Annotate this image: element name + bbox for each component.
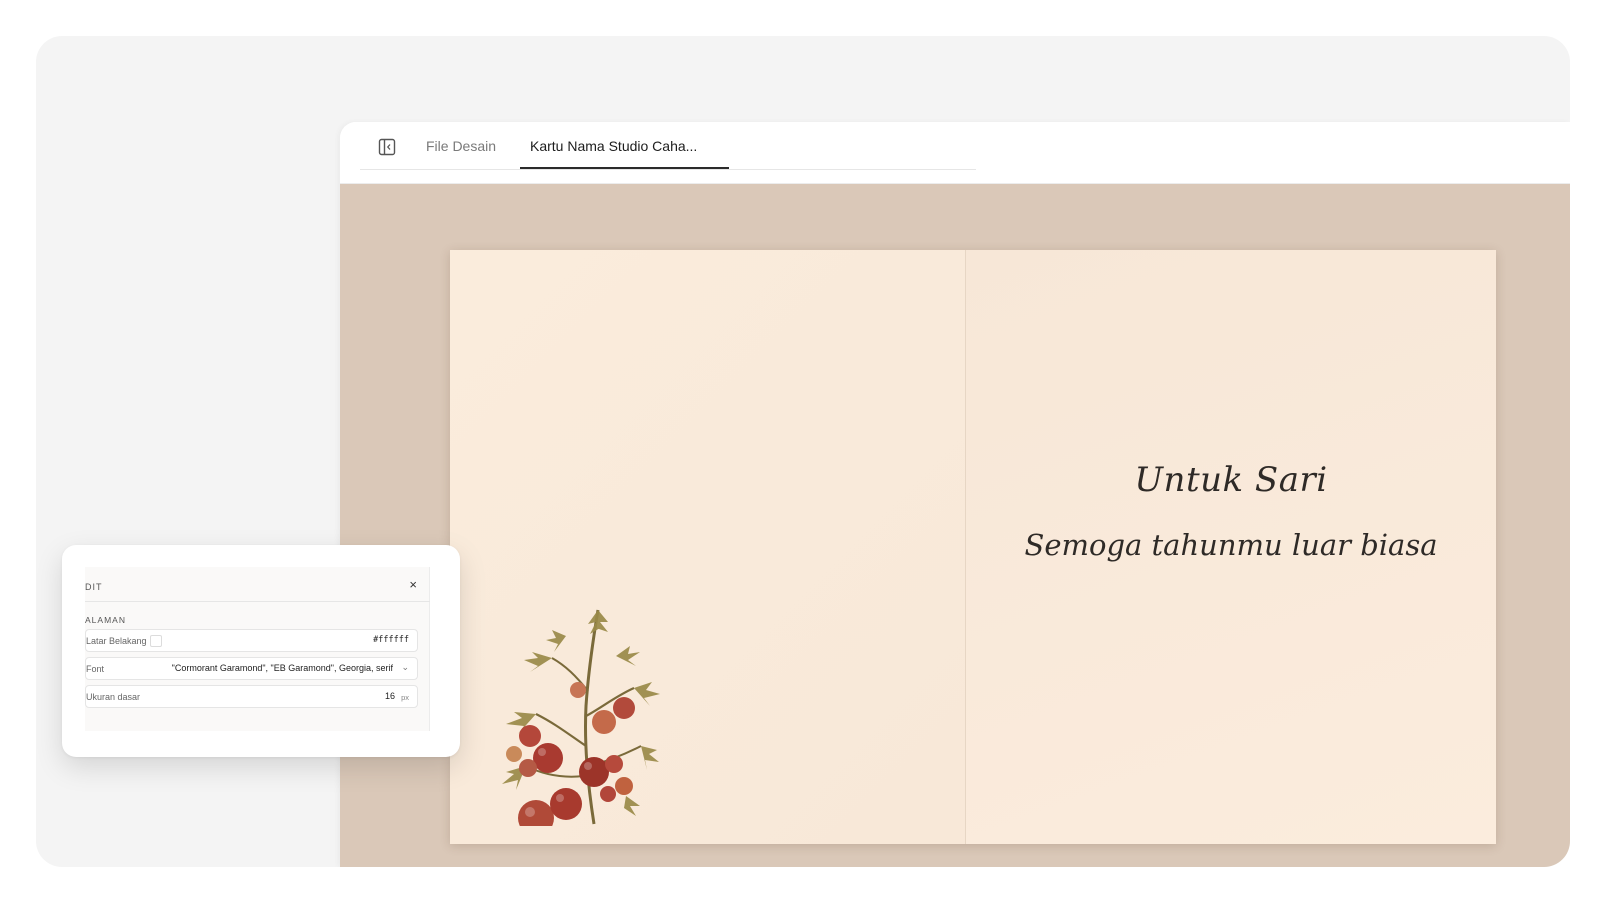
font-value[interactable]: "Cormorant Garamond", "EB Garamond", Geo… <box>172 663 393 673</box>
font-select[interactable]: Font "Cormorant Garamond", "EB Garamond"… <box>85 657 418 680</box>
color-swatch[interactable] <box>150 635 162 647</box>
base-size-value[interactable]: 16 <box>385 691 395 701</box>
panel-divider <box>85 601 430 602</box>
section-title-page: ALAMAN <box>85 615 126 625</box>
sidebar-toggle-icon[interactable] <box>378 138 396 156</box>
greeting-card[interactable]: Untuk Sari Semoga tahunmu luar biasa <box>450 250 1496 844</box>
base-size-field[interactable]: Ukuran dasar 16 px <box>85 685 418 708</box>
card-left-page[interactable] <box>450 250 965 844</box>
design-canvas[interactable]: Untuk Sari Semoga tahunmu luar biasa <box>340 184 1570 867</box>
app-frame: File Desain Kartu Nama Studio Caha... Un… <box>36 36 1570 867</box>
chevron-down-icon[interactable]: ⌄ <box>401 662 409 673</box>
tomato-plant-illustration <box>502 609 660 826</box>
base-size-label: Ukuran dasar <box>86 692 141 702</box>
active-tab-indicator <box>520 167 729 169</box>
tab-bar: File Desain Kartu Nama Studio Caha... <box>340 122 1570 184</box>
card-recipient-text[interactable]: Untuk Sari <box>966 460 1496 500</box>
card-message-text[interactable]: Semoga tahunmu luar biasa <box>966 528 1496 562</box>
base-size-unit: px <box>401 693 409 702</box>
properties-panel: DIT × ALAMAN Latar Belakang #ffffff Font… <box>62 545 460 757</box>
editor-window: File Desain Kartu Nama Studio Caha... Un… <box>340 122 1570 867</box>
panel-title: DIT <box>85 582 103 592</box>
background-color-value[interactable]: #ffffff <box>373 635 409 645</box>
tab-kartu-nama[interactable]: Kartu Nama Studio Caha... <box>530 136 697 156</box>
tab-file-desain[interactable]: File Desain <box>426 136 496 156</box>
card-right-page[interactable]: Untuk Sari Semoga tahunmu luar biasa <box>966 250 1496 844</box>
background-label: Latar Belakang <box>86 636 147 646</box>
close-icon[interactable]: × <box>409 577 417 592</box>
properties-panel-body: DIT × ALAMAN Latar Belakang #ffffff Font… <box>85 567 430 731</box>
font-label: Font <box>86 664 105 674</box>
background-color-field[interactable]: Latar Belakang #ffffff <box>85 629 418 652</box>
